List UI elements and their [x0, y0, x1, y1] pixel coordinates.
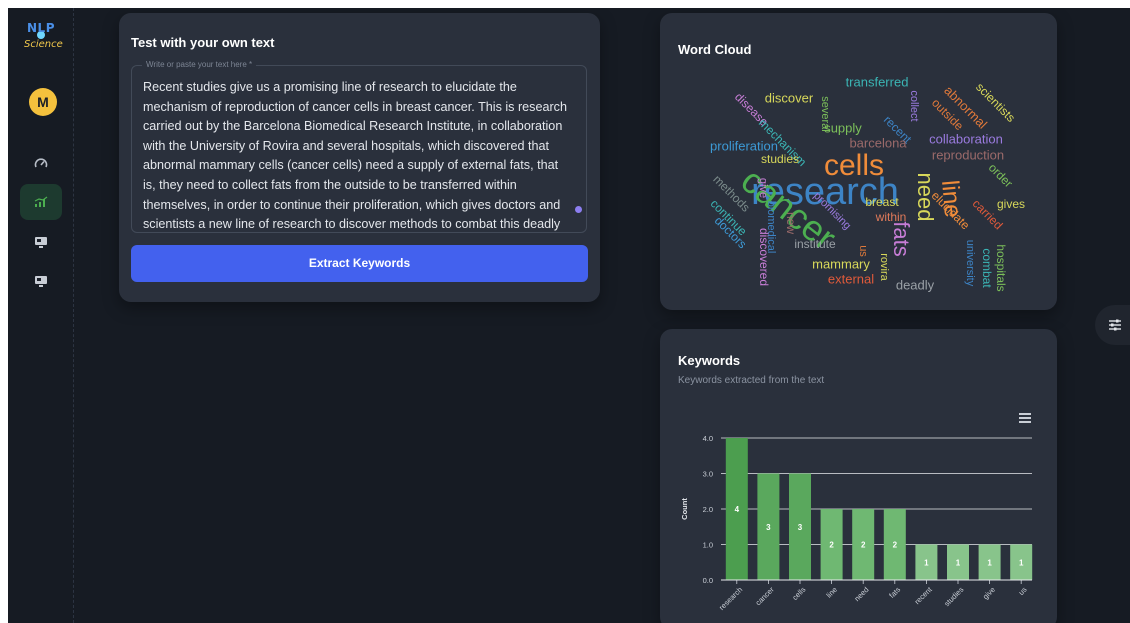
x-tick-label: give: [981, 585, 997, 601]
x-tick-label: studies: [942, 585, 965, 608]
text-input-value[interactable]: Recent studies give us a promising line …: [143, 78, 579, 235]
text-line: Recent studies give us a promising line …: [143, 80, 517, 94]
x-tick-label: research: [717, 585, 744, 612]
bar-data-label: 2: [893, 541, 898, 550]
sliders-icon: [1109, 319, 1121, 331]
word-cloud-word: reproduction: [932, 147, 1004, 162]
sidebar-item-monitor-2[interactable]: [20, 263, 62, 299]
text-line: themselves, in order to continue their p…: [143, 197, 561, 212]
bar-data-label: 3: [766, 523, 771, 532]
word-cloud-word: gives: [997, 197, 1025, 211]
x-tick-label: us: [1017, 585, 1029, 597]
word-cloud-card: Word Cloud research cancer cells line need fa…: [660, 13, 1057, 310]
word-cloud-word: order: [986, 161, 1016, 191]
word-cloud-word: deadly: [896, 277, 935, 292]
bar-data-label: 1: [924, 558, 929, 567]
text-line: carried out by the Barcelona Biomedical …: [143, 119, 563, 134]
word-cloud-word: institute: [794, 237, 836, 251]
x-tick-label: recent: [913, 584, 935, 606]
test-card-title: Test with your own text: [131, 35, 275, 50]
y-axis-label: Count: [680, 498, 689, 520]
word-cloud-word: new: [784, 212, 798, 234]
word-cloud-word: studies: [761, 152, 799, 166]
text-input-label: Write or paste your text here *: [142, 60, 257, 69]
x-tick-label: cancer: [754, 585, 777, 608]
x-tick-label: need: [852, 585, 870, 603]
word-cloud-word: supply: [824, 120, 862, 135]
word-cloud-word: give: [757, 178, 769, 198]
x-tick-label: line: [824, 585, 839, 600]
bar-data-label: 1: [1019, 558, 1024, 567]
text-line: scientists a new line of research to dis…: [143, 217, 561, 232]
word-cloud-word: university: [964, 240, 976, 287]
y-tick-label: 3.0: [703, 470, 713, 479]
settings-drawer-button[interactable]: [1095, 305, 1130, 345]
text-input-area[interactable]: Write or paste your text here * Recent s…: [131, 60, 587, 235]
word-cloud-word: breast: [865, 195, 899, 209]
word-cloud-word: within: [875, 210, 907, 224]
monitor-icon: [35, 275, 47, 287]
bar-data-label: 3: [798, 523, 803, 532]
word-cloud-word: external: [828, 271, 874, 286]
app-logo[interactable]: NLP Science: [24, 21, 63, 62]
word-cloud-word: collect: [908, 90, 920, 121]
text-line: abnormal mammary cells (cancer cells) ne…: [143, 158, 559, 173]
y-tick-label: 2.0: [703, 505, 713, 514]
x-tick-label: fats: [887, 585, 902, 600]
word-cloud-word: collaboration: [929, 131, 1003, 146]
word-cloud-word: discovered: [757, 228, 771, 286]
sidebar-item-analytics[interactable]: [20, 184, 62, 220]
x-tick-label: cells: [790, 585, 807, 602]
grammar-indicator-icon[interactable]: [575, 206, 582, 213]
analytics-chart-icon: [34, 196, 48, 207]
word-cloud-word: barcelona: [849, 135, 907, 150]
y-tick-label: 1.0: [703, 541, 713, 550]
sidebar-item-monitor-1[interactable]: [20, 224, 62, 260]
bar-data-label: 1: [987, 558, 992, 567]
text-line: with the University of Rovira and severa…: [143, 138, 549, 153]
bar-data-label: 1: [956, 558, 961, 567]
user-avatar[interactable]: M: [29, 88, 57, 116]
dashboard-gauge-icon: [34, 158, 48, 168]
word-cloud-word: combat: [980, 248, 994, 288]
logo-line2: Science: [24, 39, 63, 50]
y-tick-label: 4.0: [703, 434, 713, 443]
sidebar: NLP Science M: [8, 8, 74, 623]
test-text-card: Test with your own text Write or paste y…: [119, 13, 600, 302]
app-window: NLP Science M Test with your own text Wr…: [8, 8, 1130, 623]
monitor-icon: [35, 236, 47, 248]
bar-data-label: 4: [735, 505, 740, 514]
word-cloud-word: transferred: [846, 74, 909, 89]
text-line: is, they need to collect fats from the o…: [143, 177, 517, 192]
word-cloud-word: fats: [889, 221, 914, 256]
y-tick-label: 0.0: [703, 576, 713, 585]
word-cloud-word: rovira: [878, 253, 890, 281]
word-cloud-word: hospitals: [994, 244, 1008, 291]
extract-keywords-button[interactable]: Extract Keywords: [131, 245, 588, 282]
bar-data-label: 2: [829, 541, 834, 550]
keywords-card: Keywords Keywords extracted from the tex…: [660, 329, 1057, 623]
word-cloud-word: mammary: [812, 256, 870, 271]
keywords-bar-chart: 0.0 1.0 2.0 3.0 4.0 Count 4 research 3 cancer 3 cel…: [680, 434, 1033, 612]
text-line: mechanism of reproduction of cancer cell…: [143, 99, 567, 114]
logo-line1: NLP: [27, 21, 55, 35]
word-cloud-word: discover: [765, 90, 814, 105]
bar-data-label: 2: [861, 541, 866, 550]
word-cloud: researchcancercellslineneedfatstransferr…: [708, 74, 1025, 292]
sidebar-item-dashboard[interactable]: [20, 145, 62, 181]
word-cloud-word: cells: [824, 149, 884, 182]
